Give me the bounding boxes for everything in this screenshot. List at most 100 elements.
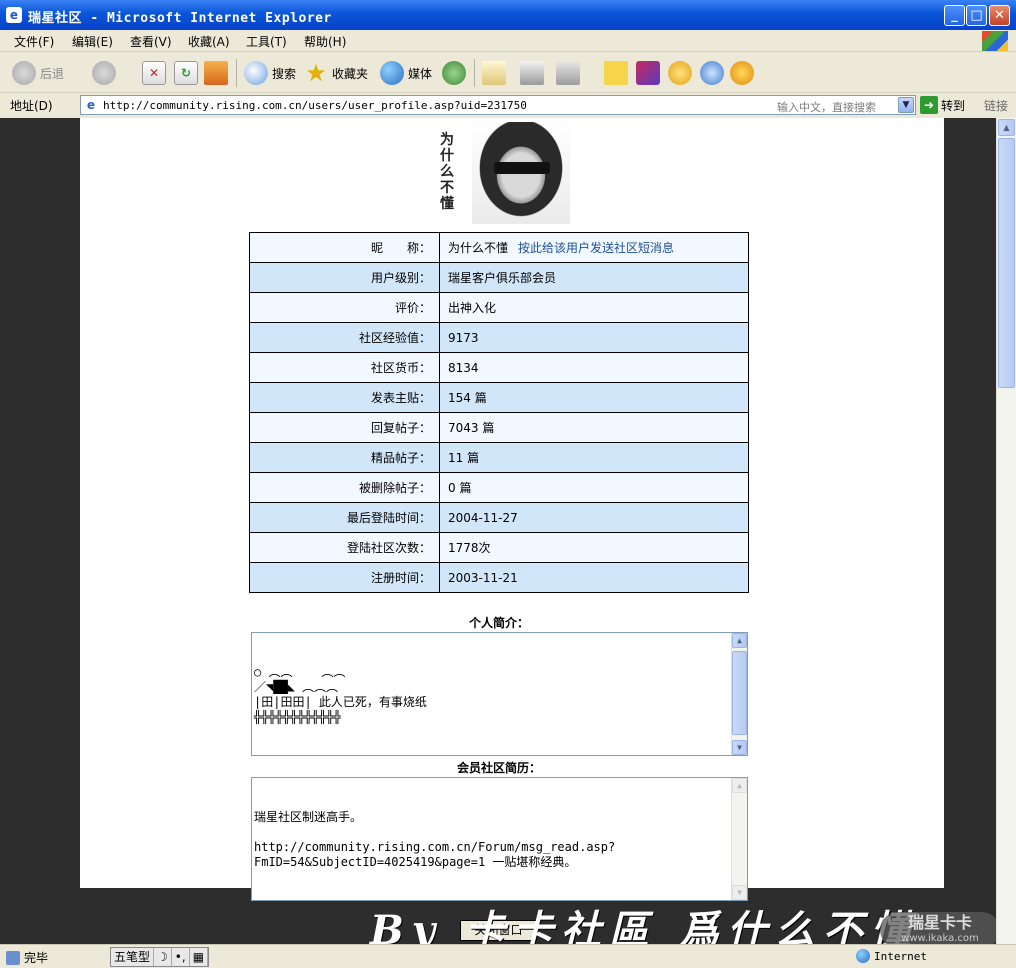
address-input[interactable]: e http://community.rising.com.cn/users/u… bbox=[80, 95, 916, 115]
menu-tools[interactable]: 工具(T) bbox=[246, 33, 287, 50]
edit-icon bbox=[556, 61, 580, 85]
mail-icon bbox=[482, 61, 506, 85]
ime-keyboard-icon[interactable]: ▦ bbox=[190, 948, 209, 966]
toolbar-separator bbox=[236, 59, 237, 87]
window-scrollbar[interactable]: ▲ bbox=[996, 118, 1016, 944]
intro-scrollbar[interactable]: ▲ ▼ bbox=[731, 633, 747, 755]
send-message-link[interactable]: 按此给该用户发送社区短消息 bbox=[518, 241, 674, 255]
ime-punct-icon[interactable]: •, bbox=[172, 948, 190, 966]
ime-mode[interactable]: 五笔型 bbox=[111, 948, 155, 966]
printer-icon bbox=[520, 61, 544, 85]
title-bar: e 瑞星社区 - Microsoft Internet Explorer _ □… bbox=[0, 0, 1016, 30]
search-button[interactable]: 搜索 bbox=[244, 59, 296, 87]
home-button[interactable] bbox=[204, 59, 228, 87]
toolbar: 后退 ✕ ↻ 搜索 ★ 收藏夹 媒体 bbox=[0, 53, 1016, 93]
row-value: 2003-11-21 bbox=[439, 562, 749, 593]
content-area: 为什么不懂 昵 称： 为什么不懂 按此给该用户发送社区短消息 用户级别： 瑞星客户俱… bbox=[0, 118, 996, 944]
stop-icon: ✕ bbox=[142, 61, 166, 85]
row-key: 用户级别： bbox=[249, 262, 440, 293]
table-row: 社区货币： 8134 bbox=[249, 352, 749, 383]
row-value: 0 篇 bbox=[439, 472, 749, 503]
row-key: 社区货币： bbox=[249, 352, 440, 383]
search-hint[interactable]: 输入中文，直接搜索 bbox=[777, 99, 876, 115]
nickname-value: 为什么不懂 bbox=[448, 241, 509, 255]
table-row: 用户级别： 瑞星客户俱乐部会员 bbox=[249, 262, 749, 293]
url-text[interactable]: http://community.rising.com.cn/users/use… bbox=[103, 99, 527, 112]
minimize-button[interactable]: _ bbox=[944, 5, 965, 26]
tool-button[interactable] bbox=[700, 59, 724, 87]
menu-file[interactable]: 文件(F) bbox=[14, 33, 54, 50]
row-value: 154 篇 bbox=[439, 382, 749, 413]
page-done-icon bbox=[6, 950, 20, 965]
address-bar: 地址(D) e http://community.rising.com.cn/u… bbox=[0, 93, 1016, 117]
page: 为什么不懂 昵 称： 为什么不懂 按此给该用户发送社区短消息 用户级别： 瑞星客户俱… bbox=[80, 118, 944, 901]
edit-button[interactable] bbox=[556, 59, 580, 87]
scroll-up-icon[interactable]: ▲ bbox=[732, 633, 747, 648]
print-button[interactable] bbox=[520, 59, 544, 87]
history-textarea[interactable]: 瑞星社区制迷高手。 http://community.rising.com.cn… bbox=[251, 777, 748, 901]
row-value: 1778次 bbox=[439, 532, 749, 563]
status-done: 完毕 bbox=[6, 949, 48, 966]
go-button[interactable]: ➜ 转到 bbox=[920, 96, 965, 114]
avatar: 为什么不懂 bbox=[432, 122, 570, 224]
status-done-text: 完毕 bbox=[24, 951, 49, 965]
row-value: 11 篇 bbox=[439, 442, 749, 473]
discuss-button[interactable] bbox=[604, 59, 628, 87]
close-window-button[interactable]: ✕ bbox=[989, 5, 1010, 26]
history-button[interactable] bbox=[442, 59, 466, 87]
back-arrow-icon bbox=[12, 61, 36, 85]
row-value: 9173 bbox=[439, 322, 749, 353]
zone-text: Internet bbox=[874, 949, 927, 963]
emoticon-button[interactable] bbox=[730, 59, 754, 87]
menu-help[interactable]: 帮助(H) bbox=[304, 33, 346, 50]
scroll-up-icon[interactable]: ▲ bbox=[998, 119, 1015, 136]
home-icon bbox=[204, 61, 228, 85]
messenger-button[interactable] bbox=[636, 59, 660, 87]
favorites-button[interactable]: ★ 收藏夹 bbox=[304, 59, 368, 87]
qq-button[interactable] bbox=[668, 59, 692, 87]
table-row: 评价： 出神入化 bbox=[249, 292, 749, 323]
emoticon-icon bbox=[730, 61, 754, 85]
back-label: 后退 bbox=[40, 66, 65, 81]
row-key: 评价： bbox=[249, 292, 440, 323]
back-button[interactable]: 后退 bbox=[12, 59, 64, 87]
menu-edit[interactable]: 编辑(E) bbox=[72, 33, 113, 50]
history-icon bbox=[442, 61, 466, 85]
bird-icon bbox=[700, 61, 724, 85]
refresh-button[interactable]: ↻ bbox=[174, 59, 198, 87]
history-text: 瑞星社区制迷高手。 http://community.rising.com.cn… bbox=[254, 810, 616, 869]
links-button[interactable]: 链接 bbox=[984, 97, 1008, 114]
stop-button[interactable]: ✕ bbox=[142, 59, 166, 87]
search-label: 搜索 bbox=[272, 66, 297, 81]
forward-arrow-icon bbox=[92, 61, 116, 85]
row-key: 最后登陆时间： bbox=[249, 502, 440, 533]
intro-textarea[interactable]: ○ ︵︵ ︵︵ ／◥██◣ ︵︵︵ |田|田田| 此人已死，有事烧纸 ╬╬╬╬╬… bbox=[251, 632, 748, 756]
search-icon bbox=[244, 61, 268, 85]
toolbar-separator bbox=[474, 59, 475, 87]
watermark-logo-url: www.ikaka.com bbox=[901, 933, 979, 944]
menu-view[interactable]: 查看(V) bbox=[130, 33, 172, 50]
refresh-icon: ↻ bbox=[174, 61, 198, 85]
address-dropdown-icon[interactable]: ▼ bbox=[898, 97, 914, 113]
security-zone: Internet bbox=[856, 949, 927, 963]
mail-button[interactable] bbox=[482, 59, 506, 87]
media-globe-icon bbox=[380, 61, 404, 85]
scroll-thumb[interactable] bbox=[732, 651, 747, 735]
row-value: 瑞星客户俱乐部会员 bbox=[439, 262, 749, 293]
row-key: 回复帖子： bbox=[249, 412, 440, 443]
messenger-icon bbox=[636, 61, 660, 85]
ime-toolbar[interactable]: 五笔型 ☽ •, ▦ bbox=[110, 947, 210, 967]
ie-icon: e bbox=[6, 7, 22, 23]
forward-button[interactable] bbox=[92, 59, 116, 87]
ime-halfwidth-icon[interactable]: ☽ bbox=[154, 948, 172, 966]
maximize-button[interactable]: □ bbox=[966, 5, 987, 26]
row-value: 8134 bbox=[439, 352, 749, 383]
history-scrollbar[interactable]: ▲ ▼ bbox=[731, 778, 747, 900]
scroll-thumb[interactable] bbox=[998, 138, 1015, 388]
table-row: 精品帖子： 11 篇 bbox=[249, 442, 749, 473]
menu-favorites[interactable]: 收藏(A) bbox=[188, 33, 230, 50]
media-button[interactable]: 媒体 bbox=[380, 59, 432, 87]
scroll-down-icon[interactable]: ▼ bbox=[732, 740, 747, 755]
scroll-up-icon[interactable]: ▲ bbox=[732, 778, 747, 793]
media-label: 媒体 bbox=[408, 66, 433, 81]
